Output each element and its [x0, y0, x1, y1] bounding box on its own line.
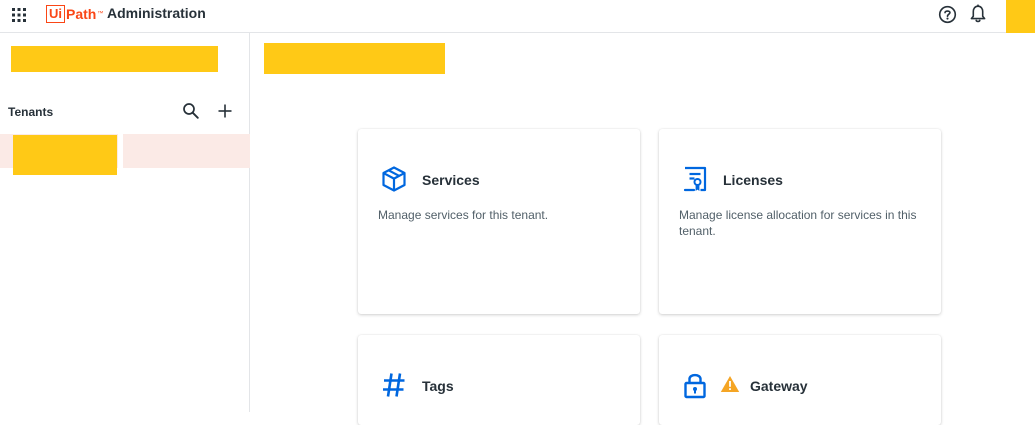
search-icon[interactable]	[182, 102, 200, 120]
card-description: Manage license allocation for services i…	[679, 208, 917, 238]
organization-name-redacted[interactable]	[11, 46, 218, 72]
tenant-name-redacted	[13, 135, 117, 175]
warning-icon	[720, 376, 740, 392]
logo-text: Path	[66, 6, 97, 22]
bell-icon[interactable]	[969, 4, 987, 24]
apps-grid-icon[interactable]	[12, 8, 26, 22]
tenants-heading: Tenants	[8, 105, 54, 119]
app-title: Administration	[107, 5, 206, 21]
add-tenant-icon[interactable]	[216, 102, 234, 120]
avatar[interactable]	[1006, 0, 1035, 33]
lock-icon	[684, 373, 706, 399]
row-gap	[118, 134, 123, 168]
logo-boxed-text: Ui	[46, 5, 65, 23]
services-card[interactable]: Services Manage services for this tenant…	[358, 129, 640, 314]
sidebar: Tenants	[0, 33, 250, 412]
card-title: Gateway	[750, 378, 808, 394]
card-title: Licenses	[723, 172, 783, 188]
tenant-list-item[interactable]	[0, 134, 250, 175]
card-description: Manage services for this tenant.	[378, 208, 549, 222]
top-bar: Ui Path ™ Administration	[0, 0, 1035, 33]
hash-icon	[383, 373, 405, 397]
licenses-card[interactable]: Licenses Manage license allocation for s…	[659, 129, 941, 314]
card-title: Tags	[422, 378, 454, 394]
certificate-icon	[683, 166, 707, 192]
logo-trademark: ™	[97, 11, 104, 17]
card-title: Services	[422, 172, 480, 188]
help-icon[interactable]	[938, 5, 957, 24]
cube-icon	[382, 166, 406, 192]
uipath-logo[interactable]: Ui Path ™	[46, 3, 103, 25]
page-title-redacted	[264, 43, 445, 74]
